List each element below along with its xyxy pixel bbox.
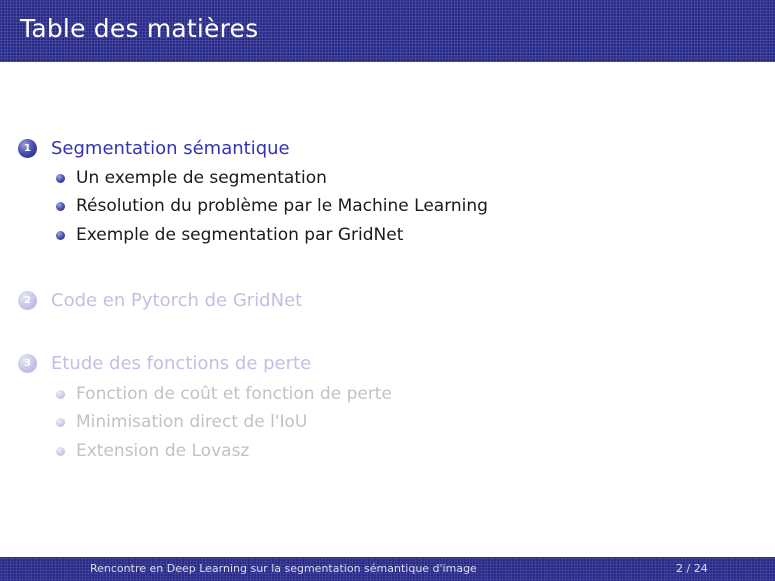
bullet-icon [56,201,65,211]
toc-section-1[interactable]: 1 Segmentation sémantique [18,138,290,159]
subsection-title: Un exemple de segmentation [76,168,327,188]
toc-section-3[interactable]: 3 Etude des fonctions de perte [18,353,311,374]
subsection-title: Minimisation direct de l'IoU [76,412,308,432]
bullet-icon [56,173,65,183]
bullet-icon [56,446,65,456]
page-number: 2 / 24 [676,562,708,575]
subsection-title: Extension de Lovasz [76,441,250,461]
subsection-title: Exemple de segmentation par GridNet [76,225,404,245]
subsection-title: Fonction de coût et fonction de perte [76,384,392,404]
bullet-icon [56,417,65,427]
bullet-icon [56,389,65,399]
footer-talk-title: Rencontre en Deep Learning sur la segmen… [90,562,477,575]
bullet-icon [56,230,65,240]
subsection-title: Résolution du problème par le Machine Le… [76,196,488,216]
footer-banner: Rencontre en Deep Learning sur la segmen… [0,557,775,581]
section-title: Segmentation sémantique [51,138,290,159]
section-number-ball-icon: 1 [18,139,37,158]
toc-section-2[interactable]: 2 Code en Pytorch de GridNet [18,290,302,311]
section-number-ball-icon: 3 [18,354,37,373]
toc-subsection-1-2[interactable]: Résolution du problème par le Machine Le… [56,196,488,216]
toc-subsection-3-2[interactable]: Minimisation direct de l'IoU [56,412,307,432]
toc-subsection-1-3[interactable]: Exemple de segmentation par GridNet [56,225,403,245]
toc-subsection-3-3[interactable]: Extension de Lovasz [56,441,249,461]
toc-subsection-3-1[interactable]: Fonction de coût et fonction de perte [56,384,392,404]
section-title: Etude des fonctions de perte [51,353,312,374]
section-number-ball-icon: 2 [18,291,37,310]
toc-subsection-1-1[interactable]: Un exemple de segmentation [56,168,327,188]
table-of-contents: 1 Segmentation sémantique Un exemple de … [0,0,775,581]
section-title: Code en Pytorch de GridNet [51,290,303,311]
